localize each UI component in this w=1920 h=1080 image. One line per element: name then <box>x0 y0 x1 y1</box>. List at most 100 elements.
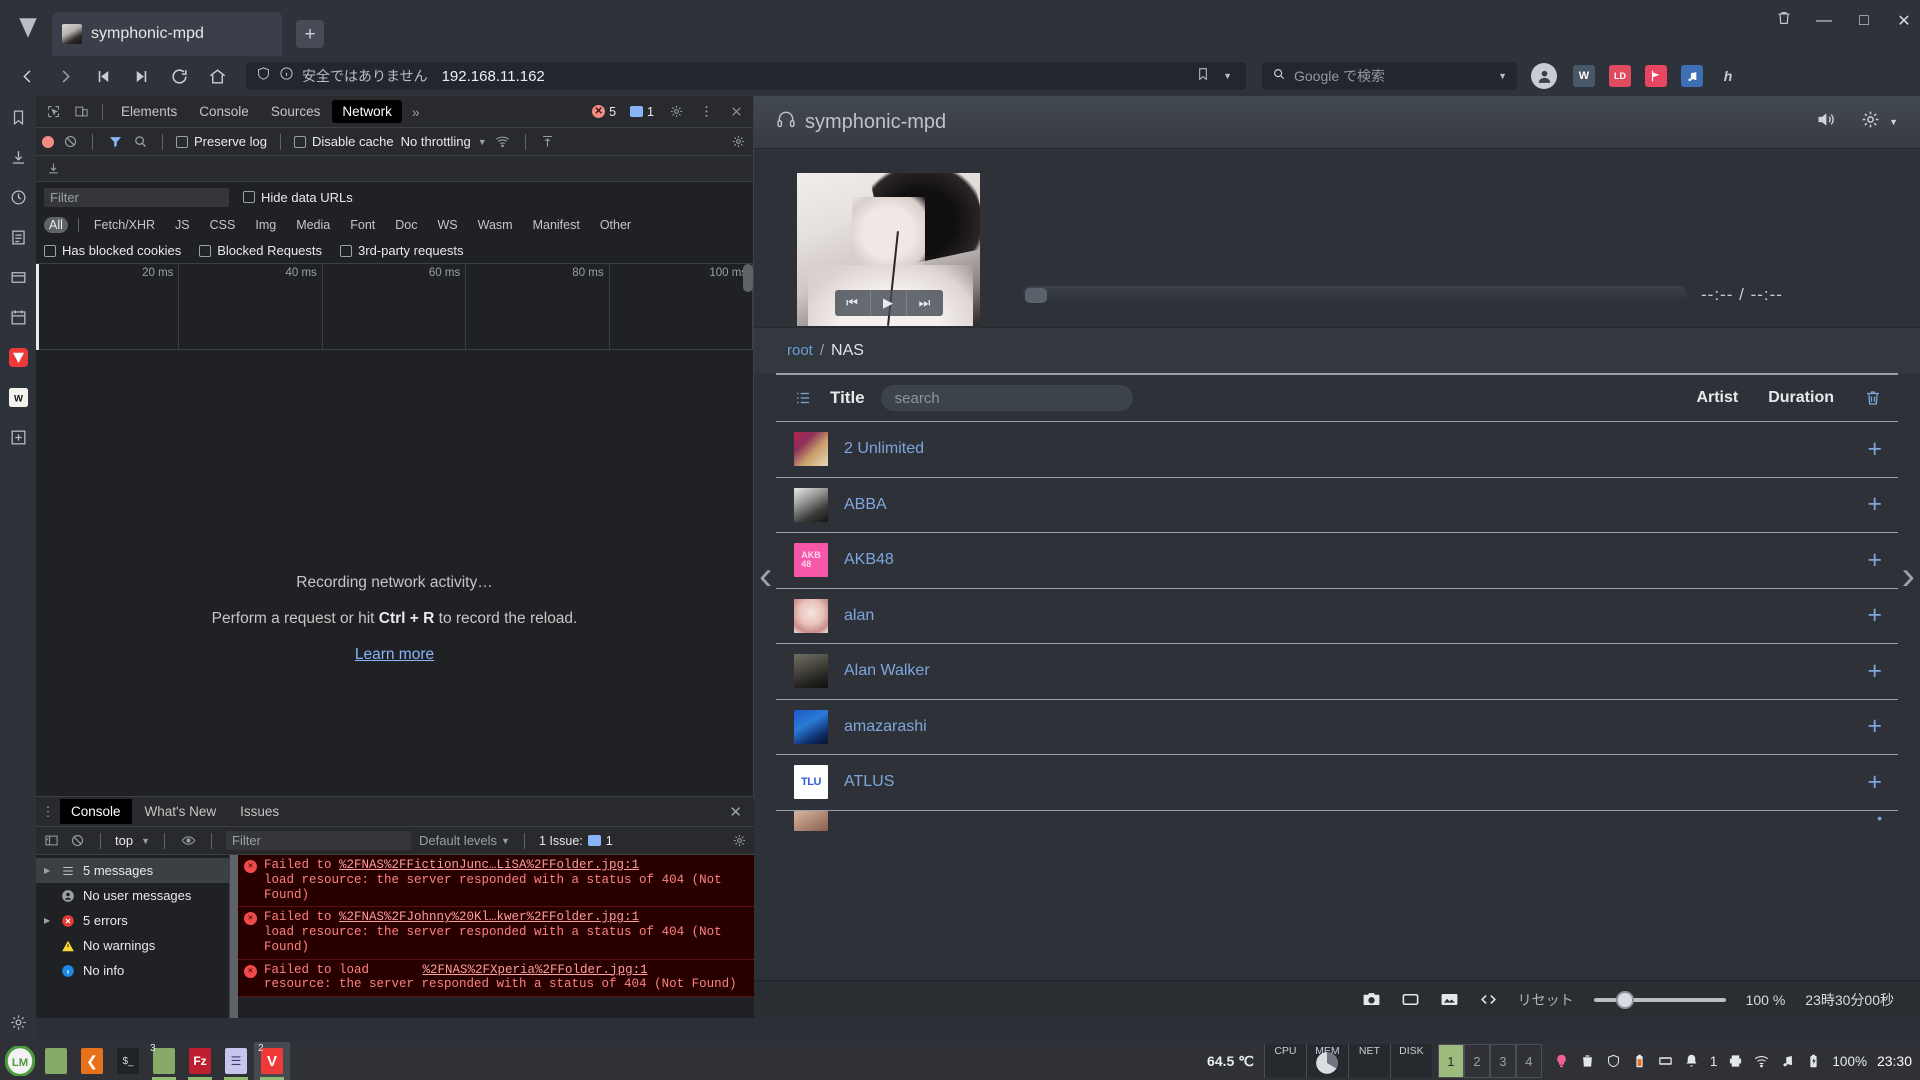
downloads-icon[interactable] <box>7 146 29 168</box>
list-item-label[interactable]: 2 Unlimited <box>844 440 924 458</box>
drawer-tab-issues[interactable]: Issues <box>229 799 290 824</box>
network-timeline-overview[interactable]: 20 ms 40 ms 60 ms 80 ms 100 ms <box>36 264 754 350</box>
chevron-down-icon[interactable]: ▼ <box>478 137 487 147</box>
search-bar[interactable]: Google で検索 ▼ <box>1262 62 1517 90</box>
workspace-2[interactable]: 2 <box>1463 1044 1490 1078</box>
delete-icon[interactable] <box>1864 388 1882 408</box>
type-filter-fetchxhr[interactable]: Fetch/XHR <box>89 217 160 233</box>
console-context-select[interactable]: top <box>115 833 133 848</box>
log-link[interactable]: %2FNAS%2FXperia%2FFolder.jpg:1 <box>423 963 648 977</box>
timeline-scrollbar[interactable] <box>743 264 753 292</box>
devtools-close-icon[interactable] <box>723 99 749 125</box>
list-item-label[interactable]: amazarashi <box>844 718 927 736</box>
log-link[interactable]: %2FNAS%2FFictionJunc…LiSA%2FFolder.jpg:1 <box>339 858 639 872</box>
taskbar-item-file-manager[interactable] <box>38 1042 74 1080</box>
sidebar-item-user-messages[interactable]: No user messages <box>36 883 229 908</box>
taskbar-item-firefox[interactable]: ❮ <box>74 1042 110 1080</box>
type-filter-css[interactable]: CSS <box>205 217 241 233</box>
tab-network[interactable]: Network <box>332 100 402 123</box>
add-button[interactable]: + <box>1867 658 1882 684</box>
bell-icon[interactable] <box>1684 1053 1699 1069</box>
list-item[interactable]: AKB 48 AKB48 + <box>776 533 1898 589</box>
battery-warn-icon[interactable] <box>1632 1053 1647 1069</box>
maximize-button[interactable]: □ <box>1854 12 1874 30</box>
list-item[interactable]: ABBA + <box>776 478 1898 533</box>
type-filter-media[interactable]: Media <box>291 217 335 233</box>
reload-icon[interactable] <box>160 61 198 91</box>
log-link[interactable]: %2FNAS%2FJohnny%20Kl…kwer%2FFolder.jpg:1 <box>339 910 639 924</box>
history-icon[interactable] <box>7 186 29 208</box>
printer-icon[interactable] <box>1728 1053 1743 1069</box>
net-monitor[interactable]: NET <box>1347 1044 1390 1078</box>
console-log-entry[interactable]: ✕ Failed to load %2FNAS%2FXperia%2FFolde… <box>238 959 754 997</box>
extension-w-icon[interactable]: W <box>1573 65 1595 87</box>
close-button[interactable]: ✕ <box>1894 11 1914 31</box>
wikipedia-web-panel-icon[interactable]: W <box>7 386 29 408</box>
previous-button[interactable]: ⏮ <box>835 290 871 316</box>
drawer-tab-console[interactable]: Console <box>60 799 132 824</box>
avatar[interactable] <box>1531 63 1557 89</box>
filter-icon[interactable] <box>106 133 124 151</box>
has-blocked-cookies-checkbox[interactable]: Has blocked cookies <box>44 243 181 258</box>
type-filter-js[interactable]: JS <box>170 217 195 233</box>
drawer-tab-whats-new[interactable]: What's New <box>134 799 228 824</box>
list-item[interactable]: Alan Walker + <box>776 644 1898 700</box>
type-filter-doc[interactable]: Doc <box>390 217 422 233</box>
add-button[interactable]: + <box>1867 603 1882 628</box>
disable-cache-checkbox[interactable]: Disable cache <box>293 134 394 149</box>
type-filter-all[interactable]: All <box>44 217 68 233</box>
code-icon[interactable] <box>1479 990 1498 1009</box>
tab-elements[interactable]: Elements <box>111 100 187 123</box>
taskbar-item-menu[interactable]: LM <box>2 1042 38 1080</box>
devtools-settings-gear-icon[interactable] <box>663 99 689 125</box>
list-item[interactable]: TLU ATLUS + <box>776 755 1898 811</box>
list-item-label[interactable]: AKB48 <box>844 551 894 569</box>
add-button[interactable]: + <box>1867 714 1882 739</box>
list-item-label[interactable]: ABBA <box>844 496 887 514</box>
issues-badge[interactable]: 1 Issue: 1 <box>539 834 613 848</box>
new-tab-button[interactable]: + <box>296 20 324 48</box>
zoom-slider-handle[interactable] <box>1615 990 1634 1009</box>
seek-slider[interactable] <box>1022 285 1687 305</box>
devtools-kebab-menu-icon[interactable] <box>693 99 719 125</box>
forward-icon[interactable] <box>46 61 84 91</box>
network-filter-input[interactable]: Filter <box>44 187 229 207</box>
blocked-requests-checkbox[interactable]: Blocked Requests <box>199 243 322 258</box>
minimize-button[interactable]: — <box>1814 12 1834 30</box>
add-button[interactable]: + <box>1867 436 1882 462</box>
expand-triangle-icon[interactable]: ▶ <box>44 866 53 875</box>
search-input[interactable]: search <box>880 385 1133 411</box>
workspace-3[interactable]: 3 <box>1489 1044 1516 1078</box>
drawer-kebab-menu-icon[interactable]: ⋮ <box>38 805 58 818</box>
type-filter-wasm[interactable]: Wasm <box>473 217 518 233</box>
console-sidebar-toggle-icon[interactable] <box>42 832 60 850</box>
type-filter-img[interactable]: Img <box>250 217 281 233</box>
type-filter-ws[interactable]: WS <box>432 217 462 233</box>
add-button[interactable]: + <box>1867 547 1882 573</box>
throttling-select[interactable]: No throttling <box>401 134 471 149</box>
browser-tab[interactable]: symphonic-mpd <box>52 12 282 56</box>
chevron-down-icon[interactable]: ▼ <box>141 836 150 846</box>
list-view-icon[interactable] <box>794 389 814 407</box>
type-filter-font[interactable]: Font <box>345 217 380 233</box>
add-button[interactable]: + <box>1867 492 1882 517</box>
back-icon[interactable] <box>8 61 46 91</box>
network-conditions-icon[interactable] <box>494 133 512 151</box>
preserve-log-checkbox[interactable]: Preserve log <box>176 134 267 149</box>
expand-triangle-icon[interactable]: ▶ <box>44 916 53 925</box>
sidebar-item-errors[interactable]: ▶ 5 errors <box>36 908 229 933</box>
trash-icon[interactable] <box>1774 10 1794 31</box>
add-web-panel-icon[interactable] <box>7 426 29 448</box>
list-item-label[interactable]: Alan Walker <box>844 662 930 680</box>
sidebar-item-messages[interactable]: ▶ 5 messages <box>36 858 229 883</box>
learn-more-link[interactable]: Learn more <box>355 646 434 664</box>
chevron-down-icon[interactable]: ▼ <box>1223 71 1232 81</box>
settings-gear-icon[interactable] <box>1860 109 1881 135</box>
list-item-label[interactable]: alan <box>844 607 874 625</box>
taskbar-item-filezilla[interactable]: Fz <box>182 1042 218 1080</box>
console-log-entry[interactable]: ✕ Failed to %2FNAS%2FFictionJunc…LiSA%2F… <box>238 855 754 908</box>
search-icon[interactable] <box>131 133 149 151</box>
list-item[interactable]: • <box>776 810 1898 835</box>
wifi-icon[interactable] <box>1754 1053 1769 1069</box>
search-input[interactable]: Google で検索 <box>1294 66 1385 86</box>
